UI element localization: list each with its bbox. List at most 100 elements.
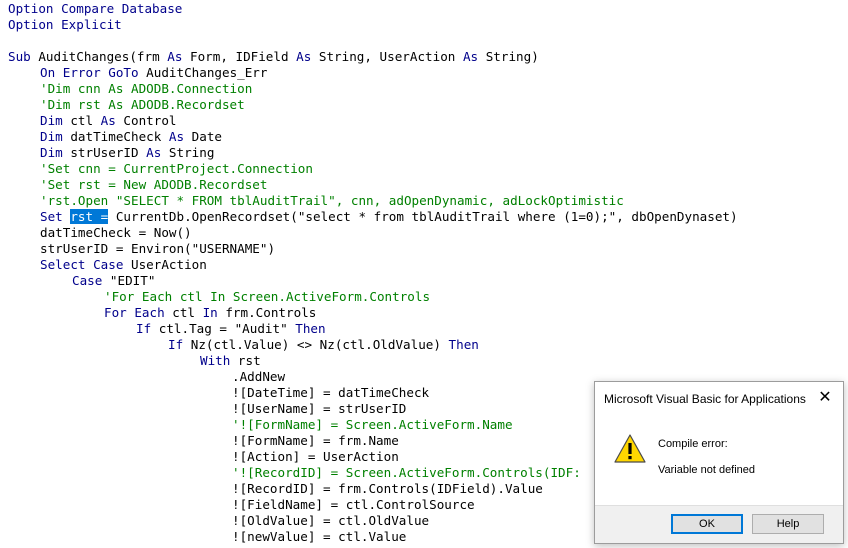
- code-text: Date: [184, 129, 222, 144]
- code-text: datTimeCheck: [62, 129, 169, 144]
- keyword: Dim: [40, 145, 63, 160]
- code-line[interactable]: Select Case UserAction: [40, 257, 207, 273]
- comment: '![FormName] = Screen.ActiveForm.Name: [232, 417, 513, 432]
- code-text: ![FormName] = frm.Name: [232, 433, 399, 448]
- code-text: ![UserName] = strUserID: [232, 401, 407, 416]
- keyword: Dim: [40, 129, 63, 144]
- keyword: Select Case: [40, 257, 124, 272]
- code-text: "EDIT": [102, 273, 156, 288]
- ok-button[interactable]: OK: [671, 514, 743, 534]
- error-heading: Compile error:: [658, 438, 728, 450]
- code-text: ![newValue] = ctl.Value: [232, 529, 407, 544]
- keyword: As: [100, 113, 116, 128]
- code-text: AuditChanges_Err: [138, 65, 268, 80]
- code-line[interactable]: On Error GoTo AuditChanges_Err: [40, 65, 267, 81]
- keyword: For Each: [104, 305, 165, 320]
- code-line[interactable]: Sub AuditChanges(frm As Form, IDField As…: [8, 49, 539, 65]
- code-line[interactable]: Option Explicit: [8, 17, 122, 33]
- code-line[interactable]: If Nz(ctl.Value) <> Nz(ctl.OldValue) The…: [168, 337, 479, 353]
- code-line[interactable]: ![FormName] = frm.Name: [232, 433, 399, 449]
- selected-text[interactable]: rst =: [70, 209, 109, 224]
- dialog-title: Microsoft Visual Basic for Applications: [604, 392, 806, 406]
- warning-icon: [614, 434, 646, 463]
- code-line[interactable]: ![Action] = UserAction: [232, 449, 399, 465]
- code-text: String, UserAction: [311, 49, 463, 64]
- code-line[interactable]: 'For Each ctl In Screen.ActiveForm.Contr…: [104, 289, 430, 305]
- code-line[interactable]: '![RecordID] = Screen.ActiveForm.Control…: [232, 465, 581, 481]
- code-line[interactable]: '![FormName] = Screen.ActiveForm.Name: [232, 417, 513, 433]
- code-line[interactable]: ![FieldName] = ctl.ControlSource: [232, 497, 475, 513]
- code-line[interactable]: For Each ctl In frm.Controls: [104, 305, 316, 321]
- keyword: On Error GoTo: [40, 65, 139, 80]
- code-text: Nz(ctl.Value) <> Nz(ctl.OldValue): [183, 337, 449, 352]
- code-line[interactable]: 'Dim cnn As ADODB.Connection: [40, 81, 252, 97]
- code-line[interactable]: If ctl.Tag = "Audit" Then: [136, 321, 326, 337]
- keyword: As: [168, 129, 185, 144]
- code-text: Form, IDField: [182, 49, 297, 64]
- error-message: Variable not defined: [658, 464, 756, 476]
- code-line[interactable]: Case "EDIT": [72, 273, 155, 289]
- code-line[interactable]: Set rst = CurrentDb.OpenRecordset("selec…: [40, 209, 738, 225]
- keyword: As: [167, 49, 183, 64]
- keyword: As: [146, 145, 162, 160]
- code-line[interactable]: ![OldValue] = ctl.OldValue: [232, 513, 429, 529]
- comment: 'Set rst = New ADODB.Recordset: [40, 177, 268, 192]
- code-text: AuditChanges(frm: [30, 49, 168, 64]
- code-line[interactable]: 'Dim rst As ADODB.Recordset: [40, 97, 245, 113]
- code-text: String): [478, 49, 539, 64]
- code-text: strUserID: [62, 145, 147, 160]
- keyword: If: [136, 321, 152, 336]
- help-button[interactable]: Help: [752, 514, 824, 534]
- comment: '![RecordID] = Screen.ActiveForm.Control…: [232, 465, 581, 480]
- keyword: Then: [295, 321, 326, 336]
- code-text: rst: [230, 353, 261, 368]
- keyword: Then: [448, 337, 479, 352]
- code-line[interactable]: ![newValue] = ctl.Value: [232, 529, 406, 545]
- code-line[interactable]: 'Set rst = New ADODB.Recordset: [40, 177, 267, 193]
- code-line[interactable]: 'Set cnn = CurrentProject.Connection: [40, 161, 313, 177]
- code-text: ctl.Tag = "Audit": [151, 321, 296, 336]
- keyword: Sub: [8, 49, 31, 64]
- code-line[interactable]: ![DateTime] = datTimeCheck: [232, 385, 429, 401]
- code-text: CurrentDb.OpenRecordset("select * from t…: [108, 209, 738, 224]
- keyword: Option Explicit: [8, 17, 122, 32]
- code-line[interactable]: Dim strUserID As String: [40, 145, 214, 161]
- code-line[interactable]: datTimeCheck = Now(): [40, 225, 192, 241]
- code-line[interactable]: strUserID = Environ("USERNAME"): [40, 241, 275, 257]
- keyword: In: [202, 305, 218, 320]
- code-line[interactable]: ![RecordID] = frm.Controls(IDField).Valu…: [232, 481, 543, 497]
- code-text: strUserID = Environ("USERNAME"): [40, 241, 276, 256]
- code-line[interactable]: With rst: [200, 353, 261, 369]
- code-text: ![FieldName] = ctl.ControlSource: [232, 497, 475, 512]
- code-line[interactable]: Dim datTimeCheck As Date: [40, 129, 222, 145]
- code-text: frm.Controls: [217, 305, 317, 320]
- comment: 'Dim cnn As ADODB.Connection: [40, 81, 253, 96]
- keyword: Case: [72, 273, 103, 288]
- code-text: Control: [115, 113, 177, 128]
- code-line[interactable]: ![UserName] = strUserID: [232, 401, 406, 417]
- code-text: datTimeCheck = Now(): [40, 225, 192, 240]
- code-line[interactable]: Option Compare Database: [8, 1, 182, 17]
- code-line[interactable]: Dim ctl As Control: [40, 113, 177, 129]
- code-text: UserAction: [123, 257, 207, 272]
- comment: 'Dim rst As ADODB.Recordset: [40, 97, 245, 112]
- keyword: As: [462, 49, 479, 64]
- close-icon[interactable]: ✕: [815, 388, 835, 408]
- code-text: ![RecordID] = frm.Controls(IDField).Valu…: [232, 481, 543, 496]
- keyword: With: [200, 353, 231, 368]
- keyword: Option Compare Database: [8, 1, 183, 16]
- code-text: ![OldValue] = ctl.OldValue: [232, 513, 430, 528]
- comment: 'For Each ctl In Screen.ActiveForm.Contr…: [104, 289, 431, 304]
- compile-error-dialog[interactable]: Microsoft Visual Basic for Applications …: [594, 381, 844, 544]
- code-text: ![Action] = UserAction: [232, 449, 399, 464]
- comment: 'Set cnn = CurrentProject.Connection: [40, 161, 313, 176]
- code-text: ctl: [62, 113, 101, 128]
- code-text: String: [161, 145, 215, 160]
- dialog-footer: OK Help: [595, 505, 843, 543]
- code-text: .AddNew: [232, 369, 286, 384]
- code-line[interactable]: 'rst.Open "SELECT * FROM tblAuditTrail",…: [40, 193, 624, 209]
- keyword: If: [168, 337, 184, 352]
- code-line[interactable]: .AddNew: [232, 369, 285, 385]
- code-text: ctl: [164, 305, 203, 320]
- comment: 'rst.Open "SELECT * FROM tblAuditTrail",…: [40, 193, 624, 208]
